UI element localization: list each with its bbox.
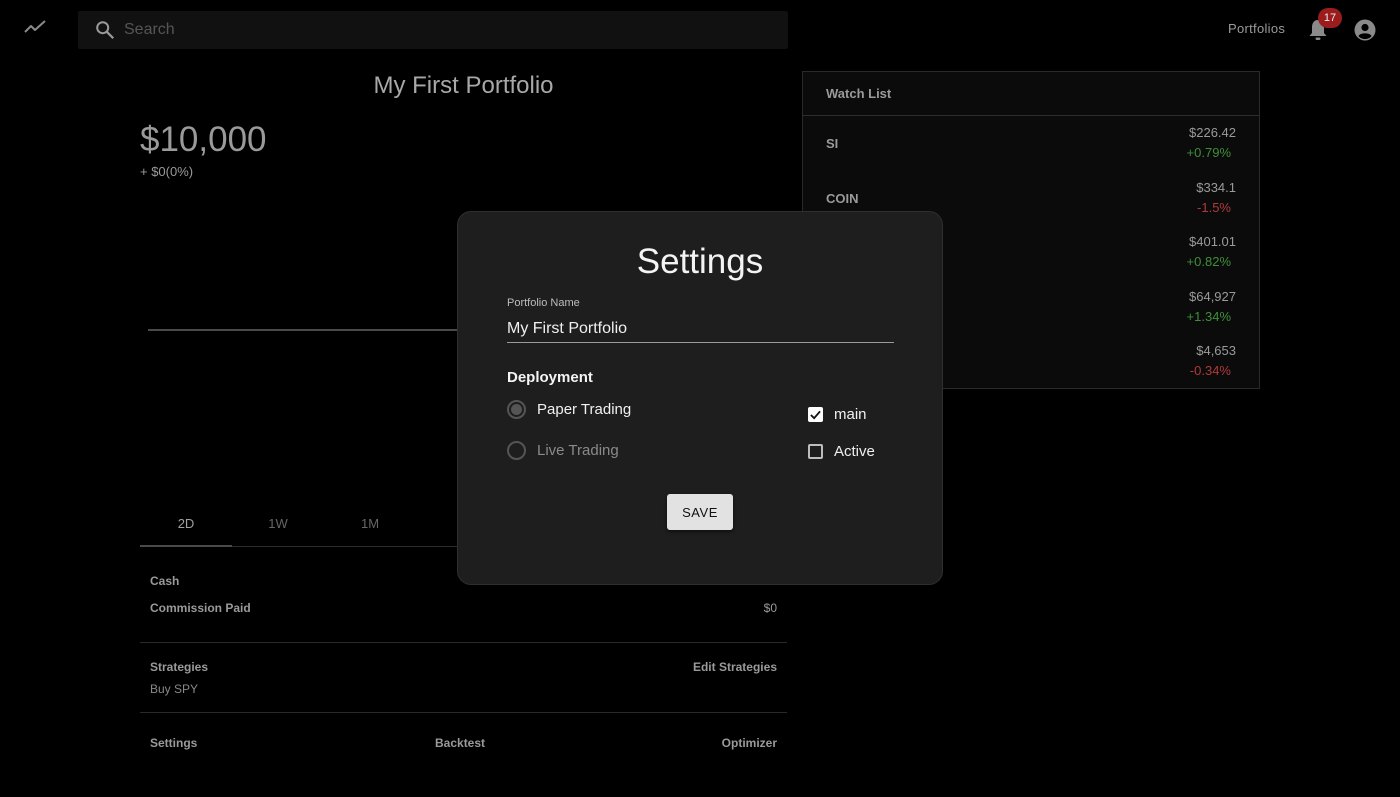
divider (140, 642, 787, 643)
optimizer-link[interactable]: Optimizer (722, 736, 777, 750)
change: +0.79% (1186, 145, 1231, 160)
change: +1.34% (1186, 308, 1231, 324)
change: +0.82% (1186, 254, 1231, 270)
portfolio-chart-line (148, 329, 478, 331)
radio-live-trading[interactable]: Live Trading (507, 441, 619, 460)
price: $64,927 (1189, 288, 1236, 304)
radio-label: Paper Trading (537, 401, 632, 418)
commission-row: Commission Paid $0 (150, 601, 777, 615)
change: -0.34% (1189, 363, 1231, 379)
portfolio-value: $10,000 (140, 120, 267, 159)
checkbox-label: main (834, 406, 867, 423)
change: -1.5% (1197, 199, 1231, 215)
price: $226.42 (1189, 125, 1236, 140)
backtest-link[interactable]: Backtest (435, 736, 485, 750)
portfolio-name-label: Portfolio Name (507, 297, 580, 309)
commission-label: Commission Paid (150, 601, 251, 615)
footer-links: Settings Backtest Optimizer (150, 736, 777, 750)
checkbox-active[interactable]: Active (808, 443, 875, 460)
portfolio-title: My First Portfolio (373, 72, 554, 99)
watch-list-title: Watch List (803, 72, 1259, 116)
price: $401.01 (1189, 234, 1236, 250)
save-button[interactable]: SAVE (667, 494, 733, 530)
checkbox-main[interactable]: main (808, 406, 867, 423)
tab-2d[interactable]: 2D (140, 506, 232, 547)
radio-label: Live Trading (537, 442, 619, 459)
settings-link[interactable]: Settings (150, 736, 197, 750)
portfolio-name-input[interactable] (507, 315, 894, 343)
nav-portfolios-link[interactable]: Portfolios (1228, 21, 1285, 36)
tab-1w[interactable]: 1W (232, 506, 324, 546)
price: $334.1 (1196, 179, 1236, 195)
checkbox-label: Active (834, 443, 875, 460)
checkbox-checked-icon (808, 407, 823, 422)
cash-label: Cash (150, 574, 180, 588)
strategies-row: Strategies Buy SPY Edit Strategies (150, 660, 777, 696)
portfolio-change: + $0(0%) (140, 164, 194, 179)
notification-badge: 17 (1318, 8, 1342, 28)
strategies-label: Strategies (150, 660, 209, 674)
watch-list-item[interactable]: SI $226.42 +0.79% (803, 116, 1259, 171)
price: $4,653 (1196, 343, 1236, 359)
deployment-label: Deployment (507, 369, 593, 386)
search-icon (96, 21, 115, 40)
modal-title: Settings (636, 242, 764, 281)
account-circle-icon[interactable] (1354, 19, 1376, 41)
divider (140, 712, 787, 713)
strategy-item: Buy SPY (150, 682, 199, 696)
radio-unselected-icon (507, 441, 526, 460)
search-bar[interactable] (78, 11, 788, 49)
search-input[interactable] (124, 21, 724, 39)
ticker: SI (826, 136, 839, 151)
radio-paper-trading[interactable]: Paper Trading (507, 400, 631, 419)
settings-modal: Settings Portfolio Name Deployment Paper… (457, 211, 943, 585)
edit-strategies-link[interactable]: Edit Strategies (693, 660, 777, 674)
commission-value: $0 (763, 601, 777, 615)
radio-selected-icon (507, 400, 526, 419)
trending-line-icon[interactable] (24, 18, 46, 36)
ticker: COIN (826, 190, 859, 206)
tab-1m[interactable]: 1M (324, 506, 416, 546)
checkbox-unchecked-icon (808, 444, 823, 459)
